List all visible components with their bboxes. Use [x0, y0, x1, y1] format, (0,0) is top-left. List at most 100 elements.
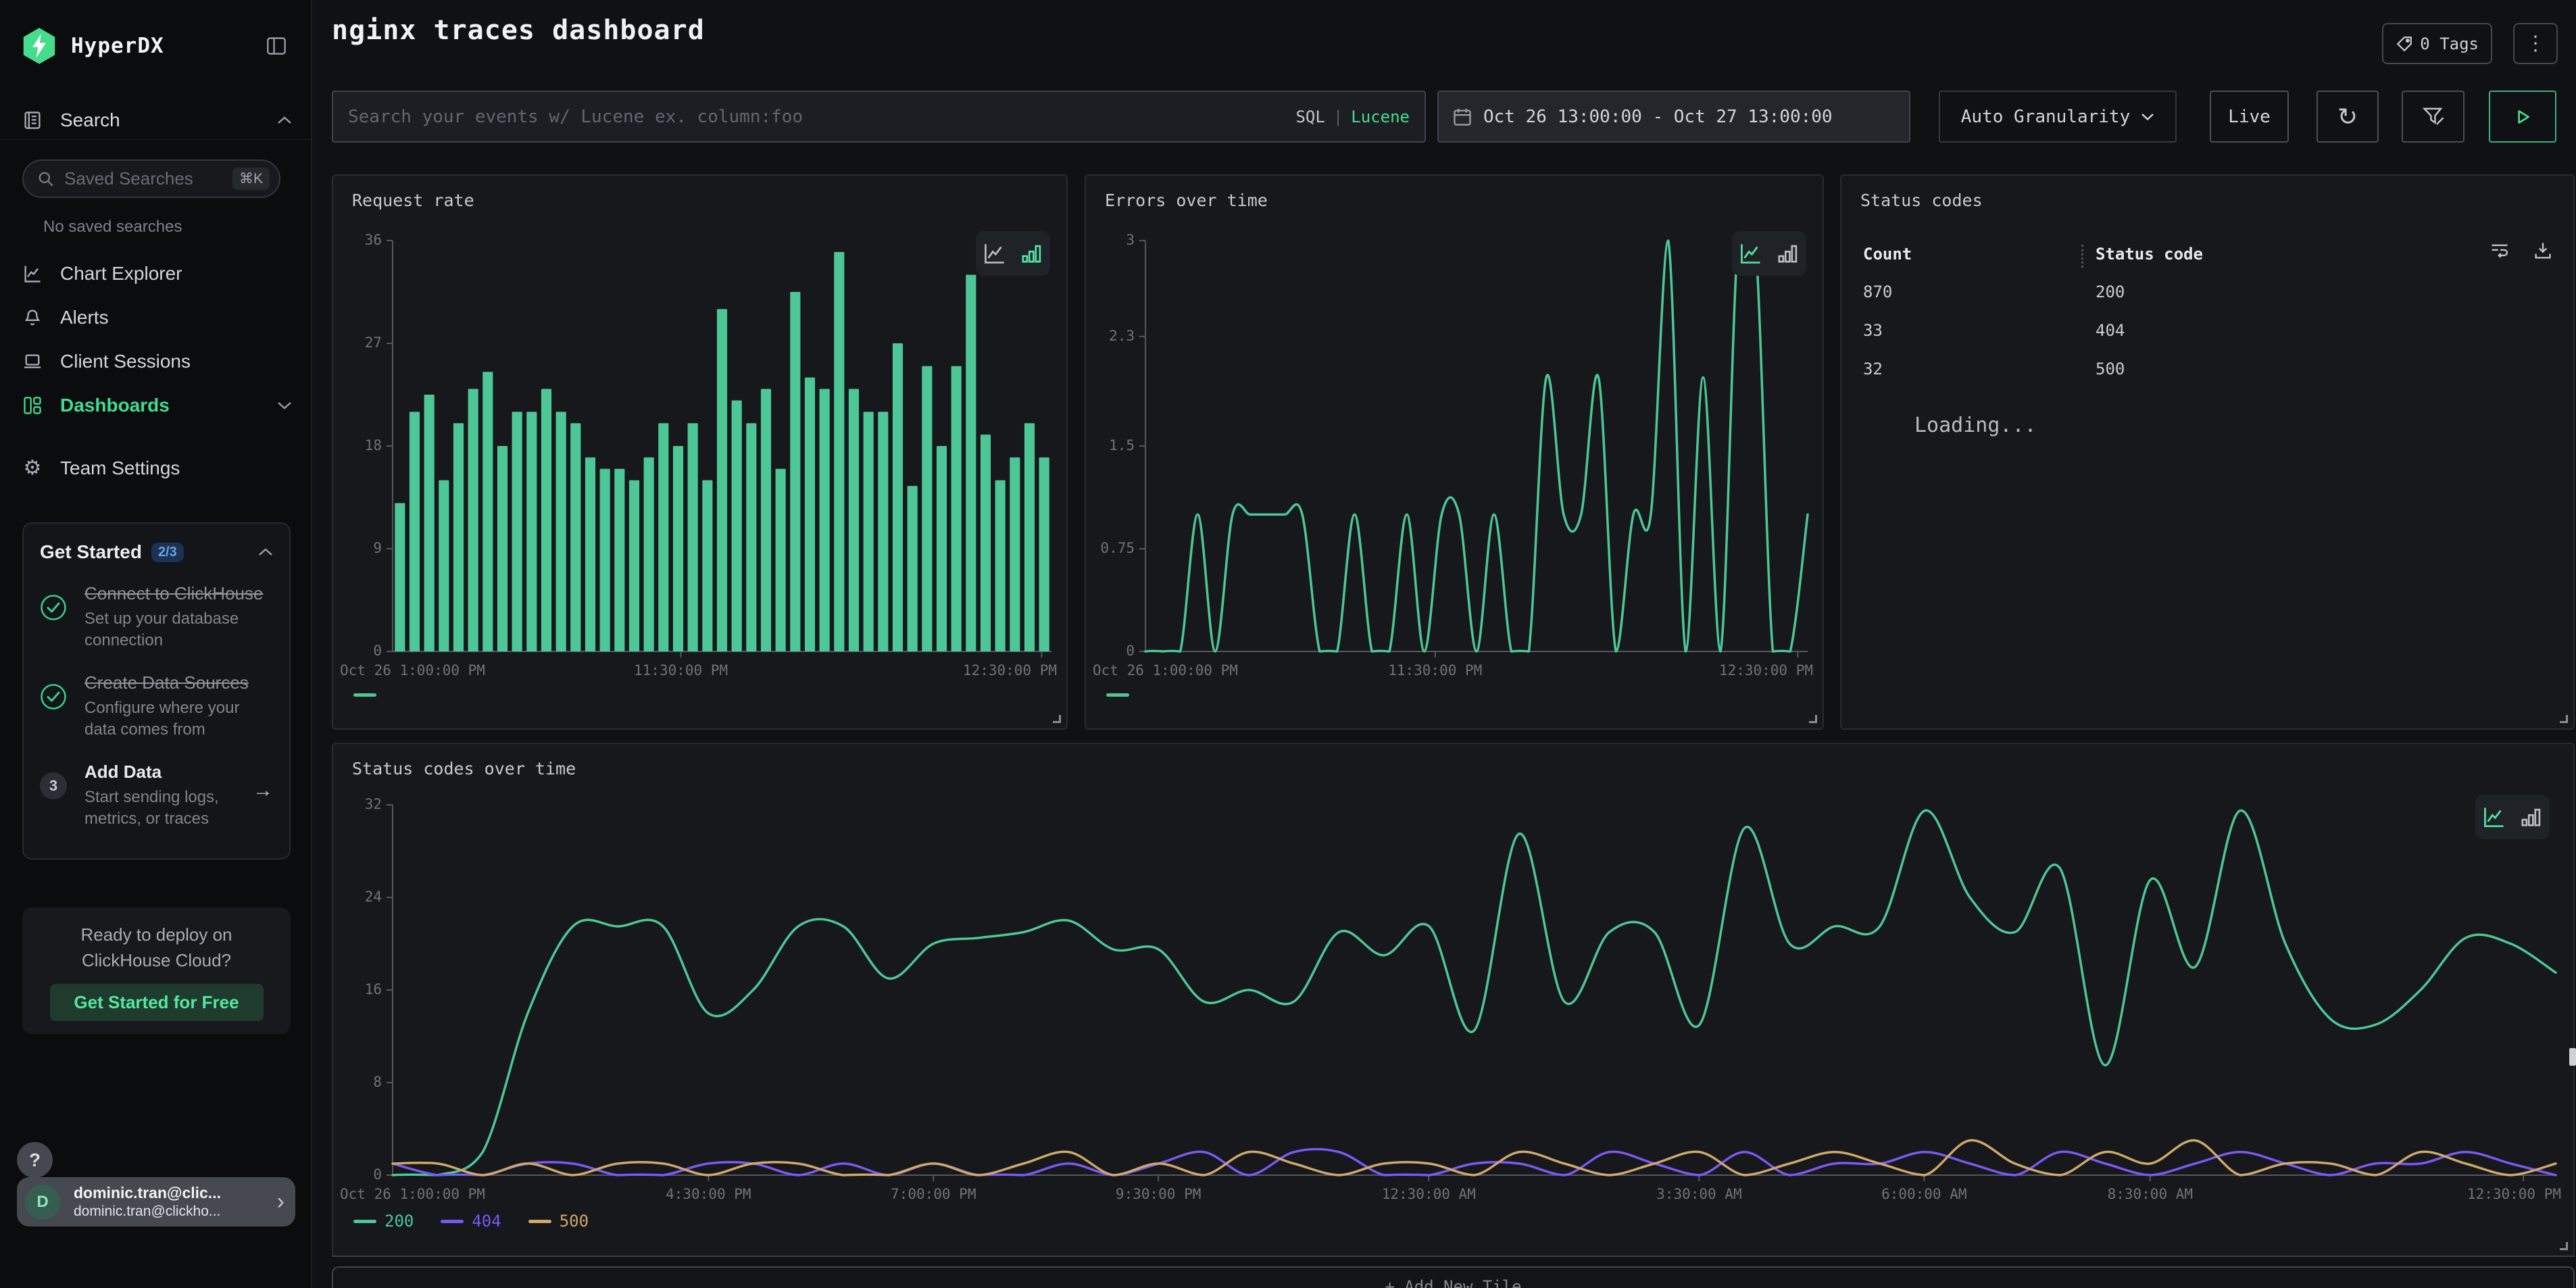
get-started-free-button[interactable]: Get Started for Free — [50, 984, 264, 1021]
search-journal-icon — [22, 110, 43, 130]
check-circle-icon — [40, 594, 67, 621]
cell-status: 200 — [2096, 282, 2125, 301]
table-row[interactable]: 870 200 — [1863, 282, 2546, 301]
sidebar-item-client-sessions[interactable]: Client Sessions — [22, 348, 292, 375]
resize-handle[interactable] — [1053, 715, 1061, 723]
sidebar-item-search[interactable]: Search — [22, 107, 292, 134]
download-icon[interactable] — [2533, 241, 2553, 261]
no-saved-searches-text: No saved searches — [43, 218, 182, 237]
panel-status-codes-over-time[interactable]: Status codes over time 32241680Oct 26 1:… — [332, 743, 2575, 1257]
dashboard-grid-icon — [22, 395, 43, 416]
live-button[interactable]: Live — [2210, 91, 2289, 143]
filter-funnel-icon — [2422, 105, 2445, 128]
run-query-button[interactable] — [2489, 91, 2556, 143]
step-number-badge: 3 — [40, 772, 67, 799]
column-divider[interactable] — [2081, 245, 2083, 268]
cell-count: 32 — [1863, 360, 2081, 378]
panel-status-codes[interactable]: Status codes Count Status code 870 200 3… — [1840, 174, 2575, 730]
refresh-button[interactable]: ↻ — [2317, 91, 2379, 143]
add-new-tile-button[interactable]: + Add New Tile — [332, 1266, 2575, 1288]
play-icon — [2512, 107, 2533, 127]
chevron-down-icon — [2141, 112, 2154, 121]
sql-mode-button[interactable]: SQL — [1295, 107, 1324, 126]
panel-request-rate[interactable]: Request rate 36271890Oct 26 1:00:00 PM11… — [332, 174, 1068, 730]
calendar-icon — [1452, 107, 1472, 127]
chart-line-icon — [22, 264, 43, 284]
panel-menu-button[interactable]: ⋮ — [2513, 23, 2558, 64]
saved-searches-field[interactable] — [64, 168, 232, 189]
panel-title[interactable]: Status codes over time — [352, 759, 576, 778]
chart-type-toggle — [976, 231, 1050, 276]
panel-title[interactable]: Errors over time — [1105, 191, 1268, 210]
sidebar-item-label: Dashboards — [60, 395, 170, 416]
date-range-text: Oct 26 13:00:00 - Oct 27 13:00:00 — [1483, 107, 1833, 127]
panel-errors-over-time[interactable]: Errors over time 32.31.50.750Oct 26 1:00… — [1085, 174, 1824, 730]
sidebar-item-team-settings[interactable]: ⚙ Team Settings — [22, 455, 292, 482]
resize-handle[interactable] — [1809, 715, 1817, 723]
sidebar-item-label: Search — [60, 109, 120, 131]
resize-handle[interactable] — [2560, 715, 2568, 723]
chart-type-toggle — [2475, 795, 2550, 839]
chevron-down-icon[interactable] — [277, 401, 292, 410]
progress-badge: 2/3 — [151, 543, 184, 562]
bar-chart-icon[interactable] — [1018, 241, 1044, 266]
status-codes-chart[interactable]: 32241680Oct 26 1:00:00 PM4:30:00 PM7:00:… — [339, 803, 2568, 1249]
sidebar-item-chart-explorer[interactable]: Chart Explorer — [22, 260, 292, 287]
cell-count: 870 — [1863, 282, 2081, 301]
granularity-dropdown[interactable]: Auto Granularity — [1939, 91, 2177, 143]
sidebar-collapse-button[interactable] — [261, 30, 292, 61]
step-desc: Start sending logs, metrics, or traces — [84, 787, 249, 831]
errors-chart[interactable]: 32.31.50.750Oct 26 1:00:00 PM11:30:00 PM… — [1091, 239, 1817, 733]
check-circle-icon — [40, 683, 67, 710]
chevron-up-icon[interactable] — [258, 547, 273, 557]
line-chart-icon[interactable] — [2481, 804, 2507, 830]
help-button[interactable]: ? — [17, 1142, 53, 1178]
tags-button[interactable]: 0 Tags — [2382, 23, 2492, 64]
bar-chart-icon[interactable] — [1775, 241, 1800, 266]
logo-row: HyperDX — [22, 27, 292, 65]
get-started-step-1[interactable]: Connect to ClickHouse Set up your databa… — [40, 583, 273, 652]
table-row[interactable]: 32 500 — [1863, 360, 2546, 378]
date-range-picker[interactable]: Oct 26 13:00:00 - Oct 27 13:00:00 — [1437, 91, 1910, 143]
filter-button[interactable] — [2402, 91, 2464, 143]
line-chart-icon[interactable] — [1738, 241, 1764, 266]
hyperdx-logo-icon — [22, 28, 56, 64]
get-started-step-3[interactable]: 3 Add Data Start sending logs, metrics, … — [40, 762, 273, 831]
divider — [332, 1256, 2575, 1257]
event-search-input[interactable] — [348, 107, 1295, 127]
column-header-status-code: Status code — [2096, 245, 2203, 268]
sidebar: HyperDX Search ⌘K No saved searches Char… — [0, 0, 312, 1288]
sidebar-item-label: Team Settings — [60, 457, 180, 479]
sidebar-item-alerts[interactable]: Alerts — [22, 304, 292, 331]
cell-status: 404 — [2096, 321, 2125, 340]
divider — [0, 139, 311, 140]
chevron-up-icon[interactable] — [277, 116, 292, 125]
lucene-mode-button[interactable]: Lucene — [1351, 107, 1410, 126]
sidebar-collapse-icon — [266, 36, 287, 56]
get-started-step-2[interactable]: Create Data Sources Configure where your… — [40, 672, 273, 741]
sidebar-item-dashboards[interactable]: Dashboards — [22, 392, 292, 419]
page-title: nginx traces dashboard — [332, 15, 705, 46]
resize-handle[interactable] — [2560, 1242, 2568, 1250]
user-account-button[interactable]: D dominic.tran@clic... dominic.tran@clic… — [17, 1177, 295, 1227]
table-row[interactable]: 33 404 — [1863, 321, 2546, 340]
get-started-card: Get Started 2/3 Connect to ClickHouse Se… — [22, 522, 291, 860]
step-title: Create Data Sources — [84, 672, 273, 693]
user-name: dominic.tran@clic... — [74, 1184, 272, 1202]
tags-label: 0 Tags — [2420, 34, 2479, 53]
bar-chart-icon[interactable] — [2518, 804, 2544, 830]
deploy-text-line2: ClickHouse Cloud? — [22, 948, 291, 974]
user-email: dominic.tran@clickho... — [74, 1204, 272, 1220]
saved-searches-input[interactable]: ⌘K — [22, 159, 280, 198]
request-rate-chart[interactable]: 36271890Oct 26 1:00:00 PM11:30:00 PM12:3… — [339, 239, 1061, 733]
event-search-box: SQL | Lucene — [332, 91, 1426, 143]
deploy-promo-card: Ready to deploy on ClickHouse Cloud? Get… — [22, 908, 291, 1034]
text-wrap-icon[interactable] — [2490, 241, 2510, 261]
mode-divider: | — [1333, 107, 1343, 126]
panel-title[interactable]: Request rate — [352, 191, 474, 210]
panel-title[interactable]: Status codes — [1860, 191, 1983, 210]
line-chart-icon[interactable] — [982, 241, 1008, 266]
resize-handle-side[interactable] — [2569, 1048, 2576, 1066]
cell-status: 500 — [2096, 360, 2125, 378]
sidebar-item-label: Chart Explorer — [60, 263, 182, 284]
